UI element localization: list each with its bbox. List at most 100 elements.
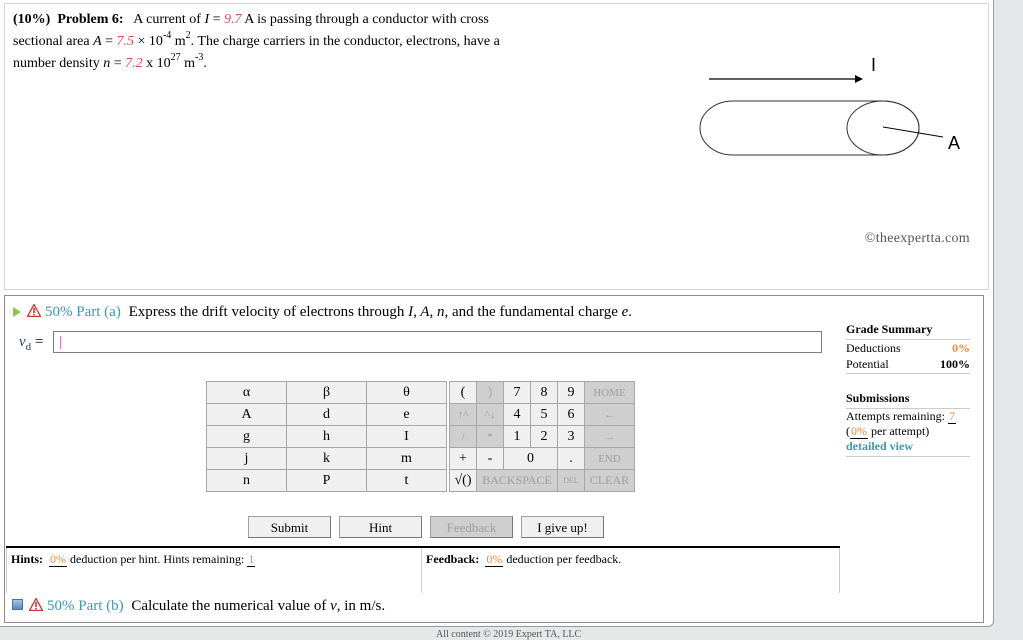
hint-button[interactable]: Hint — [339, 516, 422, 538]
key-n[interactable]: n — [206, 469, 287, 492]
key-superscript-up: ↑^ — [449, 403, 477, 426]
deductions-value: 0% — [952, 341, 970, 355]
key-right-arrow: → — [584, 425, 635, 448]
detailed-view-link[interactable]: detailed view — [846, 439, 913, 453]
deductions-label: Deductions — [846, 341, 901, 355]
expand-triangle-icon[interactable] — [13, 306, 21, 317]
key-P[interactable]: P — [286, 469, 367, 492]
times: × 10 — [134, 34, 163, 49]
conductor-cross-section — [846, 100, 920, 156]
hints-remaining-value: 1 — [247, 552, 256, 567]
hints-text: deduction per hint. Hints remaining: — [67, 552, 248, 566]
math-keypad: α β θ ( ) 7 8 9 HOME A d e ↑^ ^↓ 4 5 6 ←… — [206, 381, 635, 492]
key-m[interactable]: m — [366, 447, 447, 470]
key-right-paren: ) — [476, 381, 504, 404]
text-caret — [60, 336, 61, 349]
feedback-button: Feedback — [430, 516, 513, 538]
equals: = — [110, 56, 126, 71]
part-b-prompt-var: v — [330, 598, 337, 614]
warning-icon — [29, 598, 43, 612]
key-delete: DEL — [557, 469, 585, 492]
part-b-prompt: Calculate the numerical value of — [131, 598, 331, 614]
key-t[interactable]: t — [366, 469, 447, 492]
area-value: 7.5 — [116, 34, 135, 49]
key-j[interactable]: j — [206, 447, 287, 470]
key-5[interactable]: 5 — [530, 403, 558, 426]
hints-feedback-bar: Hints: 0% deduction per hint. Hints rema… — [6, 546, 840, 593]
key-decimal[interactable]: . — [557, 447, 585, 470]
part-b-percent: 50% — [47, 598, 75, 614]
key-plus[interactable]: + — [449, 447, 477, 470]
problem-weight: (10%) — [13, 12, 51, 27]
problem-text-part: number density — [13, 56, 104, 71]
feedback-info: Feedback: 0% deduction per feedback. — [422, 548, 840, 593]
grade-summary-title: Grade Summary — [846, 322, 970, 340]
hint-deduction-value: 0% — [49, 552, 68, 567]
problem-text: (10%) Problem 6: A current of I = 9.7 A … — [13, 9, 603, 75]
attempts-value: 7 — [947, 409, 956, 424]
density-value: 7.2 — [125, 56, 143, 71]
hints-info: Hints: 0% deduction per hint. Hints rema… — [6, 548, 422, 593]
key-0[interactable]: 0 — [503, 447, 558, 470]
part-a-title: 50% Part (a) — [45, 304, 121, 320]
part-a-header: 50% Part (a) Express the drift velocity … — [13, 302, 632, 322]
answer-input[interactable] — [53, 331, 822, 353]
key-minus[interactable]: - — [476, 447, 504, 470]
key-4[interactable]: 4 — [503, 403, 531, 426]
problem-text-part: sectional area — [13, 34, 94, 49]
problem-text-part: . — [203, 56, 207, 71]
area-unit-exponent: 2 — [185, 30, 191, 42]
key-alpha[interactable]: α — [206, 381, 287, 404]
key-k[interactable]: k — [286, 447, 367, 470]
problem-label: Problem 6: — [57, 12, 124, 27]
key-theta[interactable]: θ — [366, 381, 447, 404]
hints-label: Hints: — [11, 552, 44, 566]
key-superscript-down: ^↓ — [476, 403, 504, 426]
key-h[interactable]: h — [286, 425, 367, 448]
key-backspace: BACKSPACE — [476, 469, 558, 492]
part-b-title: 50% Part (b) — [47, 598, 124, 614]
key-g[interactable]: g — [206, 425, 287, 448]
key-3[interactable]: 3 — [557, 425, 585, 448]
part-b-header[interactable]: 50% Part (b) Calculate the numerical val… — [12, 598, 385, 615]
footer-copyright: All content © 2019 Expert TA, LLC — [436, 629, 582, 640]
feedback-label: Feedback: — [426, 552, 480, 566]
key-2[interactable]: 2 — [530, 425, 558, 448]
submit-button[interactable]: Submit — [248, 516, 331, 538]
times: x 10 — [142, 56, 171, 71]
equals: = — [31, 334, 44, 350]
key-I[interactable]: I — [366, 425, 447, 448]
part-a-prompt-end: . — [628, 304, 633, 320]
key-end: END — [584, 447, 635, 470]
key-7[interactable]: 7 — [503, 381, 531, 404]
key-clear: CLEAR — [584, 469, 635, 492]
part-a-prompt-vars: I, A, n, — [408, 304, 449, 320]
give-up-button[interactable]: I give up! — [521, 516, 604, 538]
answer-variable-label: vd = — [19, 334, 43, 353]
part-a-prompt: and the fundamental charge — [448, 304, 622, 320]
key-left-paren[interactable]: ( — [449, 381, 477, 404]
area-exponent: -4 — [162, 30, 172, 42]
key-d[interactable]: d — [286, 403, 367, 426]
key-e[interactable]: e — [366, 403, 447, 426]
key-8[interactable]: 8 — [530, 381, 558, 404]
attempts-label: Attempts remaining: — [846, 409, 948, 423]
key-6[interactable]: 6 — [557, 403, 585, 426]
current-value: 9.7 — [224, 12, 242, 27]
key-left-arrow: ← — [584, 403, 635, 426]
submissions-title: Submissions — [846, 391, 970, 409]
per-attempt-value: 0% — [850, 424, 868, 439]
copyright-credit: ©theexpertta.com — [864, 231, 970, 246]
part-a-label: Part (a) — [76, 304, 121, 320]
key-beta[interactable]: β — [286, 381, 367, 404]
key-9[interactable]: 9 — [557, 381, 585, 404]
area-pointer-line — [882, 126, 944, 138]
key-home: HOME — [584, 381, 635, 404]
key-A[interactable]: A — [206, 403, 287, 426]
feedback-text: deduction per feedback. — [503, 552, 622, 566]
key-sqrt[interactable]: √() — [449, 469, 477, 492]
problem-text-part: A current of — [133, 12, 205, 27]
key-1[interactable]: 1 — [503, 425, 531, 448]
density-exponent: 27 — [170, 52, 181, 64]
collapsed-part-icon — [12, 599, 23, 611]
